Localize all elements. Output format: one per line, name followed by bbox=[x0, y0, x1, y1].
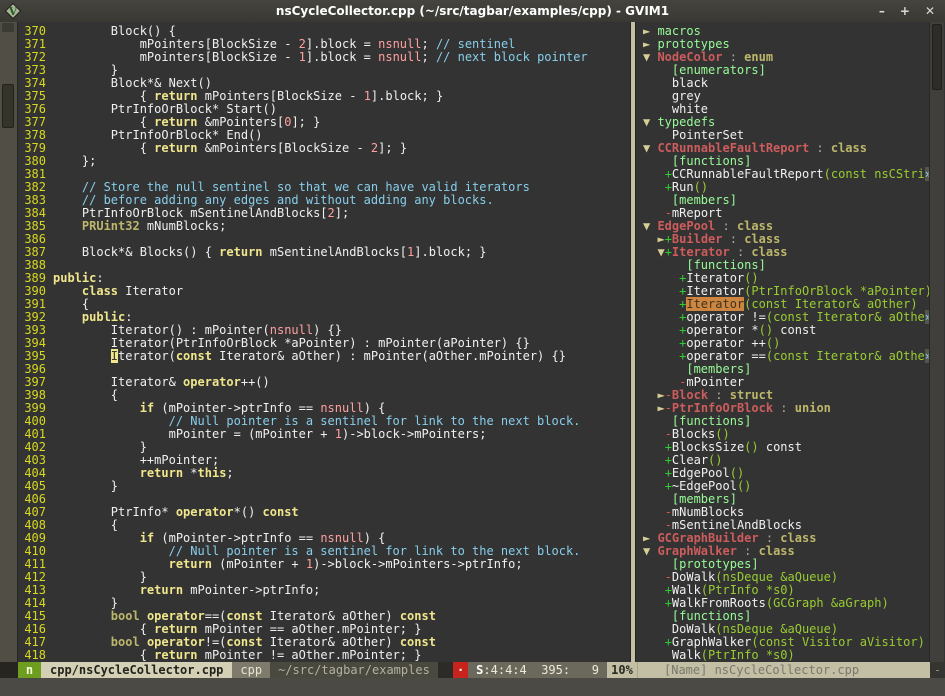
statusbar-path: ~/src/tagbar/examples bbox=[270, 662, 438, 678]
statusbar-left-edge bbox=[0, 662, 18, 678]
statusbar-filename[interactable]: cpp/nsCycleCollector.cpp bbox=[41, 662, 232, 678]
window-title: nsCycleCollector.cpp (~/src/tagbar/examp… bbox=[0, 4, 945, 18]
close-button[interactable]: ✕ bbox=[925, 4, 935, 18]
left-scrollbar[interactable] bbox=[0, 22, 18, 662]
code-text: Iterator(const Iterator& aOther) : mPoin… bbox=[53, 350, 566, 363]
code-text: } bbox=[53, 480, 118, 493]
code-line[interactable]: 388 bbox=[18, 259, 630, 272]
code-editor[interactable]: 370 Block() {371 mPointers[BlockSize - 2… bbox=[18, 22, 630, 662]
code-line[interactable]: 390 class Iterator bbox=[18, 285, 630, 298]
code-text: { return mPointer != aOther.mPointer; } bbox=[53, 649, 421, 662]
code-line[interactable]: 380 }; bbox=[18, 155, 630, 168]
vim-logo-icon: V bbox=[5, 3, 21, 19]
code-text: }; bbox=[53, 155, 96, 168]
code-text: Block*& Blocks() { return mSentinelAndBl… bbox=[53, 246, 487, 259]
window-controls: – + ✕ bbox=[879, 4, 935, 18]
gvim-window: V nsCycleCollector.cpp (~/src/tagbar/exa… bbox=[0, 0, 945, 696]
stats-value: :4:4:4 bbox=[483, 663, 526, 677]
tagbar-statusline: [Name] nsCycleCollector.cpp bbox=[637, 662, 930, 678]
code-line[interactable]: 405 } bbox=[18, 480, 630, 493]
code-line[interactable]: 395 Iterator(const Iterator& aOther) : m… bbox=[18, 350, 630, 363]
tag-text: Walk(PtrInfo *s0) bbox=[643, 649, 795, 662]
statusbar-spacer bbox=[438, 662, 453, 678]
svg-text:V: V bbox=[8, 5, 18, 18]
right-scrollbar[interactable] bbox=[929, 22, 944, 662]
statusbar-filetype: cpp bbox=[232, 662, 270, 678]
left-scrollbar-thumb[interactable] bbox=[2, 84, 14, 128]
maximize-button[interactable]: + bbox=[900, 4, 910, 18]
mode-indicator: n bbox=[18, 662, 41, 678]
statusbar-corner: - bbox=[930, 662, 945, 678]
code-line[interactable]: 418 { return mPointer != aOther.mPointer… bbox=[18, 649, 630, 662]
tagbar-panel[interactable]: ► macros► prototypes▼ NodeColor : enum [… bbox=[636, 22, 929, 662]
modified-flag-badge: · bbox=[453, 662, 468, 678]
main-area: 370 Block() {371 mPointers[BlockSize - 2… bbox=[0, 22, 945, 662]
scroll-percent: 10% bbox=[607, 662, 637, 678]
code-line[interactable]: 379 { return &mPointers[BlockSize - 2]; … bbox=[18, 142, 630, 155]
left-scrollbar-top-cap bbox=[2, 23, 14, 32]
code-text: { return &mPointers[BlockSize - 2]; } bbox=[53, 142, 407, 155]
code-line[interactable]: 387 Block*& Blocks() { return mSentinelA… bbox=[18, 246, 630, 259]
cursor-position: 395: 9 bbox=[527, 663, 599, 677]
code-text: PRUint32 mNumBlocks; bbox=[53, 220, 226, 233]
line-number: 418 bbox=[18, 649, 46, 662]
tag-row[interactable]: Walk(PtrInfo *s0) bbox=[643, 649, 929, 662]
code-text: mPointers[BlockSize - 1].block = nsnull;… bbox=[53, 51, 588, 64]
command-line[interactable] bbox=[0, 678, 945, 696]
code-line[interactable]: 385 PRUint32 mNumBlocks; bbox=[18, 220, 630, 233]
statusbar-stats: S:4:4:4 395: 9 bbox=[468, 662, 607, 678]
minimize-button[interactable]: – bbox=[879, 4, 885, 18]
right-scrollbar-thumb[interactable] bbox=[932, 24, 942, 90]
statusbar: n cpp/nsCycleCollector.cpp cpp ~/src/tag… bbox=[0, 662, 945, 678]
titlebar: V nsCycleCollector.cpp (~/src/tagbar/exa… bbox=[0, 0, 945, 22]
